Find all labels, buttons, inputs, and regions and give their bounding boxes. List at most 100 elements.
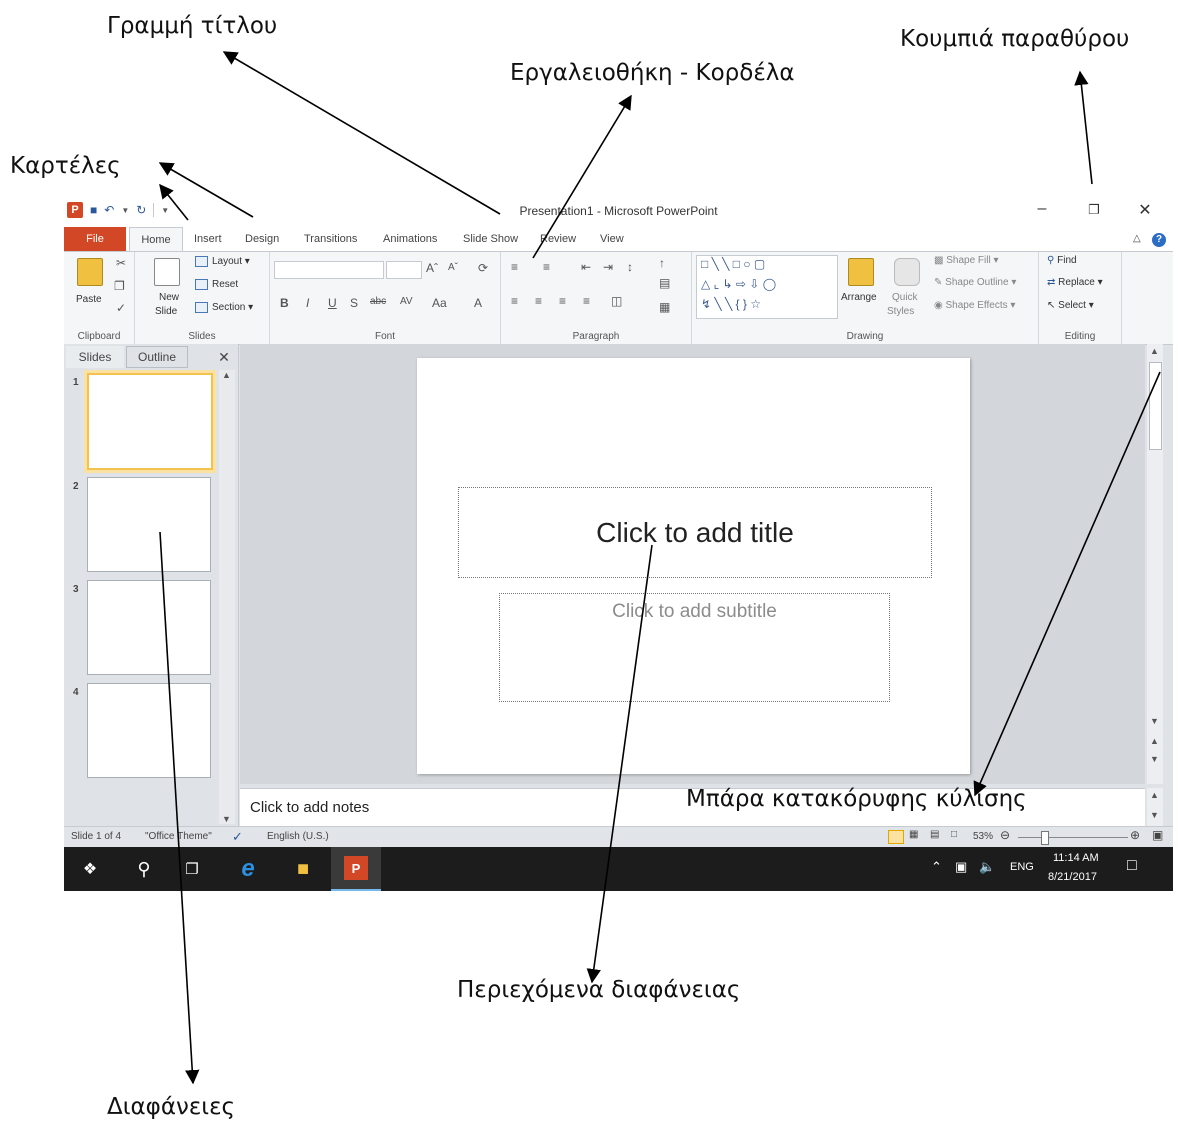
- shadow-icon[interactable]: S: [350, 296, 358, 310]
- quick-styles-icon[interactable]: [894, 258, 920, 286]
- replace-button[interactable]: ⇄ Replace ▾: [1047, 277, 1103, 288]
- tab-review[interactable]: Review: [540, 227, 576, 251]
- section-button[interactable]: Section ▾: [195, 302, 253, 313]
- notifications-icon[interactable]: □: [1127, 857, 1137, 875]
- arrange-button[interactable]: Arrange: [841, 292, 877, 303]
- theme-name[interactable]: "Office Theme": [145, 831, 212, 842]
- shape-effects-button[interactable]: ◉ Shape Effects ▾: [934, 300, 1015, 311]
- tab-file[interactable]: File: [64, 227, 126, 251]
- tab-animations[interactable]: Animations: [383, 227, 437, 251]
- smartart-icon[interactable]: ▦: [659, 300, 670, 314]
- tab-view[interactable]: View: [600, 227, 624, 251]
- scroll-down-icon[interactable]: ▼: [1150, 716, 1159, 726]
- columns-icon[interactable]: ◫: [611, 294, 622, 308]
- scroll-up-icon[interactable]: ▲: [1150, 346, 1159, 356]
- notes-scrollbar[interactable]: ▲ ▼: [1147, 788, 1163, 826]
- slide-thumbnail-2[interactable]: [87, 477, 211, 572]
- align-text-icon[interactable]: ▤: [659, 276, 670, 290]
- subtitle-placeholder[interactable]: Click to add subtitle: [499, 593, 890, 702]
- strikethrough-icon[interactable]: abc: [370, 296, 386, 307]
- underline-icon[interactable]: U: [328, 296, 337, 310]
- restore-icon[interactable]: ❐: [1079, 202, 1109, 218]
- paste-button[interactable]: Paste: [76, 294, 102, 305]
- zoom-slider-thumb[interactable]: [1041, 831, 1049, 845]
- quick-styles-label-2[interactable]: Styles: [887, 306, 914, 317]
- title-placeholder[interactable]: Click to add title: [458, 487, 932, 578]
- italic-icon[interactable]: I: [306, 296, 309, 310]
- slide-sorter-icon[interactable]: ▦: [909, 829, 918, 840]
- normal-view-icon[interactable]: [888, 830, 904, 844]
- shape-outline-button[interactable]: ✎ Shape Outline ▾: [934, 277, 1016, 288]
- increase-indent-icon[interactable]: ⇥: [603, 260, 613, 274]
- slide-show-icon[interactable]: □: [951, 829, 957, 840]
- character-spacing-icon[interactable]: AV: [400, 296, 413, 307]
- new-slide-label-1[interactable]: New: [159, 292, 179, 303]
- layout-button[interactable]: Layout ▾: [195, 256, 250, 267]
- zoom-out-icon[interactable]: ⊖: [1000, 828, 1010, 842]
- select-button[interactable]: ↖ Select ▾: [1047, 300, 1094, 311]
- next-slide-icon[interactable]: ▼: [1150, 754, 1159, 764]
- clear-formatting-icon[interactable]: ⟳: [478, 261, 488, 275]
- find-button[interactable]: ⚲ Find: [1047, 255, 1077, 266]
- font-size-dropdown[interactable]: [386, 261, 422, 279]
- language[interactable]: English (U.S.): [267, 831, 329, 842]
- input-language[interactable]: ENG: [1010, 861, 1034, 873]
- tab-outline-panel[interactable]: Outline: [126, 346, 188, 368]
- minimize-icon[interactable]: –: [1027, 200, 1057, 218]
- close-panel-icon[interactable]: ✕: [214, 346, 234, 368]
- arrange-icon[interactable]: [848, 258, 874, 286]
- tab-insert[interactable]: Insert: [194, 227, 222, 251]
- spelling-icon[interactable]: ✓: [232, 829, 243, 845]
- slide-thumbnail-4[interactable]: [87, 683, 211, 778]
- task-view-icon[interactable]: ❐: [180, 857, 204, 881]
- shrink-font-icon[interactable]: Aˇ: [448, 262, 458, 273]
- align-right-icon[interactable]: ≡: [559, 294, 566, 308]
- zoom-slider[interactable]: [1018, 837, 1128, 838]
- tab-slide-show[interactable]: Slide Show: [463, 227, 518, 251]
- file-explorer-icon[interactable]: ■: [291, 857, 315, 881]
- zoom-in-icon[interactable]: ⊕: [1130, 828, 1140, 842]
- justify-icon[interactable]: ≡: [583, 294, 590, 308]
- zoom-level[interactable]: 53%: [973, 831, 993, 842]
- numbering-icon[interactable]: ≡: [543, 260, 550, 274]
- show-hidden-icons[interactable]: ⌃: [931, 859, 942, 875]
- scroll-up-icon[interactable]: ▲: [1150, 790, 1159, 800]
- clock-date[interactable]: 8/21/2017: [1048, 871, 1097, 883]
- new-slide-icon[interactable]: [154, 258, 180, 286]
- search-icon[interactable]: ⚲: [132, 857, 156, 881]
- decrease-indent-icon[interactable]: ⇤: [581, 260, 591, 274]
- text-direction-icon[interactable]: ↑: [659, 256, 665, 270]
- font-name-dropdown[interactable]: [274, 261, 384, 279]
- slide-thumbnail-3[interactable]: [87, 580, 211, 675]
- new-slide-label-2[interactable]: Slide: [155, 306, 177, 317]
- format-painter-icon[interactable]: ✓: [116, 301, 126, 315]
- copy-icon[interactable]: ❐: [114, 279, 125, 293]
- paste-icon[interactable]: [77, 258, 103, 286]
- windows-start-icon[interactable]: ❖: [78, 857, 102, 881]
- scroll-up-icon[interactable]: ▲: [222, 370, 231, 380]
- cut-icon[interactable]: ✂: [116, 256, 126, 270]
- help-icon[interactable]: ?: [1152, 227, 1166, 251]
- shapes-gallery[interactable]: □ ╲ ╲ □ ○ ▢ △ ⌞ ↳ ⇨ ⇩ ◯ ↯ ╲ ╲ { } ☆: [696, 255, 838, 319]
- center-icon[interactable]: ≡: [535, 294, 542, 308]
- grow-font-icon[interactable]: Aˆ: [426, 261, 438, 275]
- scroll-thumb[interactable]: [1149, 362, 1162, 450]
- tab-design[interactable]: Design: [245, 227, 279, 251]
- network-icon[interactable]: ▣: [955, 859, 967, 875]
- collapse-ribbon-icon[interactable]: △: [1133, 227, 1141, 251]
- slide-thumbnail-1[interactable]: [87, 373, 213, 470]
- powerpoint-taskbar-button[interactable]: P: [331, 847, 381, 891]
- slides-panel-scrollbar[interactable]: ▲ ▼: [219, 370, 235, 824]
- reset-button[interactable]: Reset: [195, 279, 238, 290]
- fit-to-window-icon[interactable]: ▣: [1152, 828, 1163, 842]
- shape-fill-button[interactable]: ▩ Shape Fill ▾: [934, 255, 999, 266]
- font-color-icon[interactable]: A: [474, 296, 482, 310]
- scroll-down-icon[interactable]: ▼: [222, 814, 231, 824]
- volume-icon[interactable]: 🔈: [979, 859, 995, 875]
- reading-view-icon[interactable]: ▤: [930, 829, 939, 840]
- line-spacing-icon[interactable]: ↕: [627, 260, 633, 274]
- tab-transitions[interactable]: Transitions: [304, 227, 357, 251]
- tab-home[interactable]: Home: [129, 227, 183, 251]
- internet-explorer-icon[interactable]: e: [236, 855, 260, 882]
- scroll-down-icon[interactable]: ▼: [1150, 810, 1159, 820]
